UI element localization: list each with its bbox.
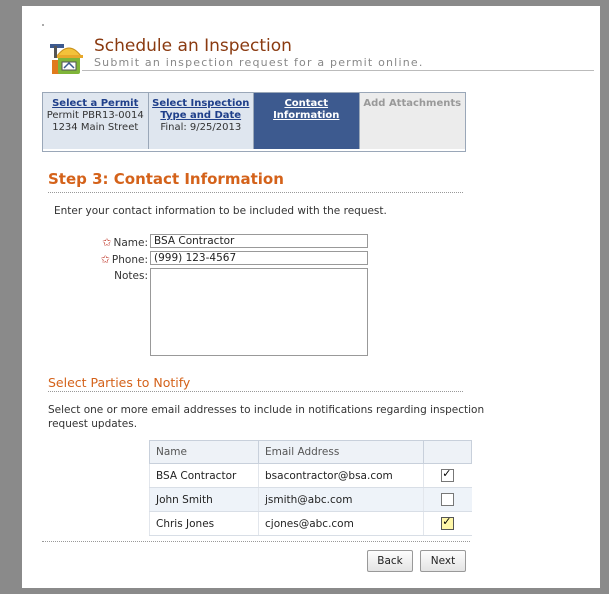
notify-description: Select one or more email addresses to in…	[48, 404, 485, 430]
party-name: BSA Contractor	[149, 463, 259, 488]
wizard-steps: Select a Permit Permit PBR13-0014 1234 M…	[42, 92, 466, 152]
notes-label: Notes:	[114, 270, 148, 282]
step-add-attachments: Add Attachments	[359, 93, 465, 149]
column-header-email: Email Address	[258, 440, 424, 464]
step-select-inspection[interactable]: Select Inspection Type and Date Final: 9…	[148, 93, 254, 149]
table-row: John Smith jsmith@abc.com	[149, 487, 472, 512]
next-button[interactable]: Next	[420, 550, 466, 572]
step-label: Add Attachments	[363, 98, 462, 109]
table-header-row: Name Email Address	[149, 440, 472, 464]
column-header-select	[423, 440, 472, 464]
step-heading-divider	[48, 192, 463, 193]
name-label-text: Name:	[113, 237, 148, 249]
step-heading: Step 3: Contact Information	[48, 170, 284, 188]
notify-checkbox[interactable]	[441, 467, 455, 482]
notify-heading-divider	[48, 391, 463, 392]
name-label: ✩ Name:	[68, 236, 148, 249]
inspection-helmet-icon	[50, 44, 83, 74]
party-select-cell	[423, 511, 472, 536]
notify-heading: Select Parties to Notify	[48, 375, 191, 390]
header-divider	[82, 70, 594, 71]
party-email: cjones@abc.com	[258, 511, 424, 536]
footer-divider	[42, 541, 470, 542]
step-label[interactable]: Type and Date	[149, 110, 254, 122]
notes-field[interactable]	[150, 268, 368, 356]
party-name: John Smith	[149, 487, 259, 512]
phone-label-text: Phone:	[111, 254, 148, 266]
page-header: Schedule an Inspection Submit an inspect…	[22, 6, 600, 76]
step-select-permit[interactable]: Select a Permit Permit PBR13-0014 1234 M…	[43, 93, 149, 149]
party-select-cell	[423, 487, 472, 512]
back-button[interactable]: Back	[367, 550, 413, 572]
step-permit-address: 1234 Main Street	[52, 122, 139, 133]
name-field[interactable]	[150, 234, 368, 248]
page-subtitle: Submit an inspection request for a permi…	[94, 56, 424, 69]
required-star-icon: ✩	[102, 236, 112, 249]
phone-label: ✩ Phone:	[68, 253, 148, 266]
step-label: Contact Information	[273, 98, 340, 121]
page-title: Schedule an Inspection	[94, 36, 292, 56]
column-header-name: Name	[149, 440, 259, 464]
table-row: Chris Jones cjones@abc.com	[149, 511, 472, 536]
step-inspection-date: Final: 9/25/2013	[160, 122, 242, 133]
party-email: bsacontractor@bsa.com	[258, 463, 424, 488]
notify-checkbox[interactable]	[441, 493, 455, 506]
decorative-dot	[42, 24, 44, 26]
step-permit-number: Permit PBR13-0014	[46, 110, 144, 121]
party-name: Chris Jones	[149, 511, 259, 536]
intro-text: Enter your contact information to be inc…	[54, 205, 387, 217]
step-contact-information: Contact Information	[254, 93, 360, 149]
step-label[interactable]: Select a Permit	[43, 98, 148, 110]
required-star-icon: ✩	[100, 253, 110, 266]
page-frame: Schedule an Inspection Submit an inspect…	[22, 6, 600, 588]
table-row: BSA Contractor bsacontractor@bsa.com	[149, 463, 472, 488]
party-email: jsmith@abc.com	[258, 487, 424, 512]
party-select-cell	[423, 463, 472, 488]
notify-table: Name Email Address BSA Contractor bsacon…	[149, 440, 472, 536]
step-label[interactable]: Select Inspection	[149, 98, 254, 110]
phone-field[interactable]	[150, 251, 368, 265]
notify-checkbox[interactable]	[441, 515, 455, 530]
